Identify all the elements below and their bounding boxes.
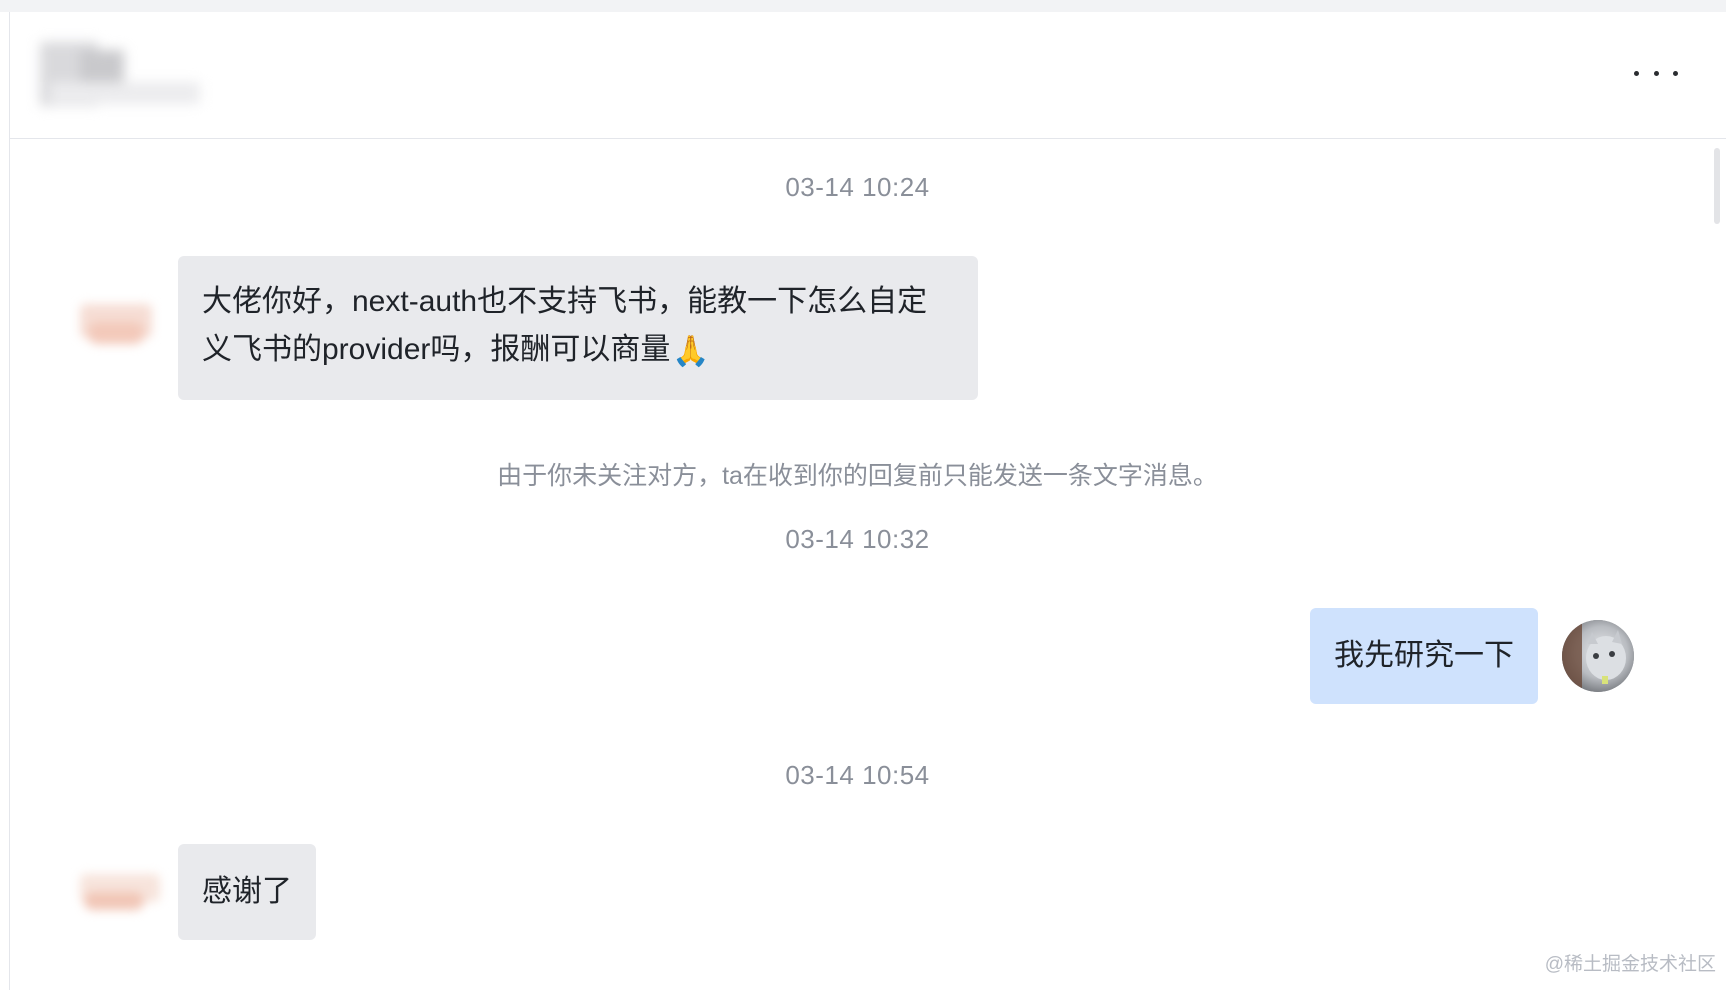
timestamp: 03-14 10:32 <box>785 524 930 554</box>
contact-name-blurred <box>40 42 200 106</box>
timestamp: 03-14 10:54 <box>785 760 930 790</box>
message-bubble-outgoing[interactable]: 我先研究一下 <box>1310 608 1538 704</box>
message-text-line: 义飞书的provider吗，报酬可以商量🙏 <box>202 326 954 376</box>
message-bubble-incoming[interactable]: 感谢了 <box>178 844 316 940</box>
scrollbar[interactable] <box>1714 148 1720 224</box>
message-text-line: 大佬你好，next-auth也不支持飞书，能教一下怎么自定 <box>202 285 928 318</box>
left-divider <box>9 12 10 990</box>
avatar[interactable] <box>80 870 160 914</box>
message-bubble-incoming[interactable]: 大佬你好，next-auth也不支持飞书，能教一下怎么自定 义飞书的provid… <box>178 256 978 400</box>
system-notice: 由于你未关注对方，ta在收到你的回复前只能发送一条文字消息。 <box>497 462 1218 490</box>
more-horizontal-icon[interactable] <box>1634 60 1678 86</box>
folded-hands-emoji: 🙏 <box>672 335 710 368</box>
avatar[interactable] <box>1562 620 1634 692</box>
chat-window: 03-14 10:24 大佬你好，next-auth也不支持飞书，能教一下怎么自… <box>0 0 1726 990</box>
watermark: @稀土掘金技术社区 <box>1544 954 1716 975</box>
timestamp: 03-14 10:24 <box>785 172 930 202</box>
avatar[interactable] <box>80 298 152 348</box>
message-text: 感谢了 <box>202 875 292 908</box>
message-text: 我先研究一下 <box>1334 639 1514 672</box>
top-strip <box>0 0 1726 12</box>
chat-header <box>10 12 1726 139</box>
